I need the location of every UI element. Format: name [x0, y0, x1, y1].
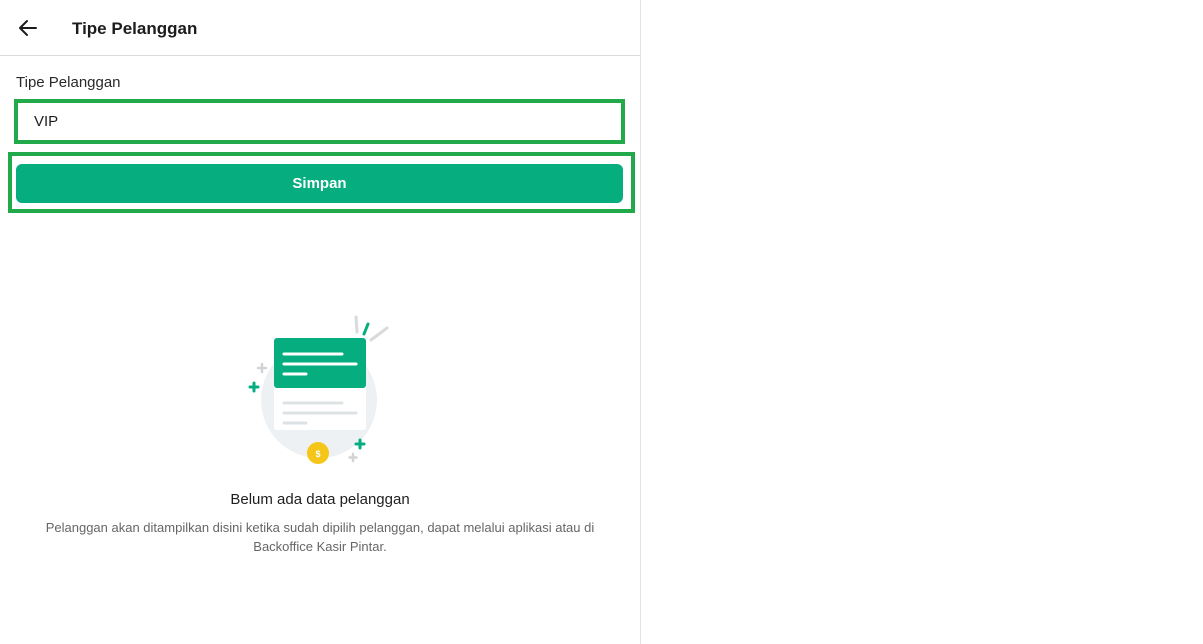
empty-state-title: Belum ada data pelanggan: [230, 491, 410, 508]
page-title: Tipe Pelanggan: [72, 19, 198, 38]
svg-text:$: $: [315, 449, 320, 459]
back-button[interactable]: [14, 14, 42, 42]
arrow-left-icon: [19, 20, 37, 36]
customer-type-label: Tipe Pelanggan: [16, 74, 121, 91]
empty-state-description: Pelanggan akan ditampilkan disini ketika…: [45, 520, 595, 554]
customer-type-panel: Tipe Pelanggan Tipe Pelanggan Simpan $ B…: [0, 0, 641, 644]
document-list-icon: $: [248, 315, 389, 464]
save-button[interactable]: Simpan: [16, 164, 623, 203]
button-highlight-frame: Simpan: [8, 152, 635, 213]
input-highlight-frame: [14, 99, 625, 144]
top-bar: Tipe Pelanggan: [0, 0, 640, 56]
customer-type-input[interactable]: [22, 107, 617, 136]
